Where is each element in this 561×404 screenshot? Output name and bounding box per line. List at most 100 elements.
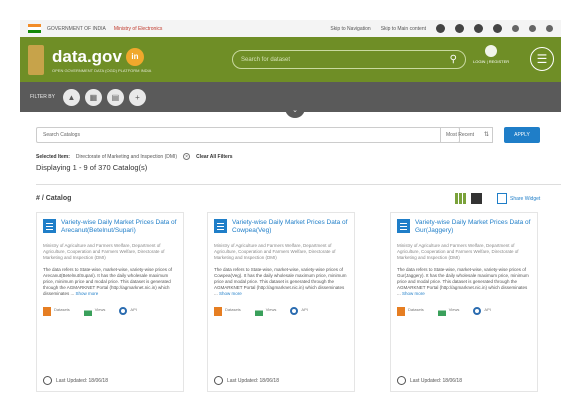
clock-icon xyxy=(397,376,406,385)
login-register[interactable]: LOGIN | REGISTER xyxy=(473,45,509,64)
show-more-link[interactable]: Show more xyxy=(402,291,425,296)
api-label: API xyxy=(130,307,137,312)
api-icon xyxy=(119,307,128,315)
chevron-down-icon: ⇅ xyxy=(483,132,489,138)
logo-badge: in xyxy=(125,47,144,66)
last-updated: Last Updated: 18/06/18 xyxy=(397,376,462,385)
catalog-description: The data refers to State-wise, market-wi… xyxy=(397,267,529,296)
filter-by-label: FILTER BY xyxy=(30,94,55,100)
filter-add-icon[interactable]: + xyxy=(128,88,146,106)
site-search-placeholder: Search for dataset xyxy=(241,56,291,63)
user-icon xyxy=(485,45,498,57)
page: GOVERNMENT OF INDIA Ministry of Electron… xyxy=(0,0,561,404)
ministry-text[interactable]: Ministry of Electronics xyxy=(114,26,163,32)
datasets-label: Datasets xyxy=(54,307,70,312)
show-more-link[interactable]: Show more xyxy=(219,291,242,296)
clock-icon xyxy=(43,376,52,385)
catalog-search-placeholder: Search Catalogs xyxy=(43,132,80,138)
search-icon[interactable]: ⚲ xyxy=(450,54,457,65)
datasets-icon xyxy=(43,307,51,316)
clear-all-filters-link[interactable]: Clear All Filters xyxy=(196,154,233,160)
font-increase-icon[interactable] xyxy=(474,24,483,33)
selected-item-value: Directorate of Marketing and Inspection … xyxy=(75,153,178,160)
remove-filter-icon[interactable]: × xyxy=(183,153,191,160)
datasets-label: Datasets xyxy=(225,307,241,312)
api-label: API xyxy=(301,307,308,312)
org-text: GOVERNMENT OF INDIA xyxy=(47,25,106,32)
catalog-stats: Datasets Views API xyxy=(43,307,177,316)
api-icon xyxy=(290,307,299,315)
share-widget-button[interactable]: Share Widget xyxy=(497,193,540,204)
results-count: Displaying 1 - 9 of 370 Catalog(s) xyxy=(36,163,148,172)
menu-icon[interactable]: ☰ xyxy=(530,47,554,71)
selected-item-label: Selected Item: xyxy=(36,153,70,160)
india-flag-icon xyxy=(28,24,41,33)
list-view-icon[interactable] xyxy=(471,193,482,204)
filter-format-icon[interactable]: ▤ xyxy=(106,88,124,106)
last-updated: Last Updated: 18/06/18 xyxy=(214,376,279,385)
views-label: Views xyxy=(94,307,106,312)
skip-main-content-link[interactable]: Skip to Main content xyxy=(381,26,426,32)
show-more-link[interactable]: Show more xyxy=(76,291,99,296)
views-label: Views xyxy=(265,307,277,312)
login-link[interactable]: LOGIN xyxy=(473,59,485,64)
clock-icon xyxy=(214,376,223,385)
national-emblem-icon xyxy=(28,44,44,75)
datasets-icon xyxy=(397,307,405,316)
datasets-label: Datasets xyxy=(408,307,424,312)
catalog-card[interactable]: Variety-wise Daily Market Prices Data of… xyxy=(390,212,538,392)
views-chart-icon xyxy=(83,307,92,316)
selected-filters: Selected Item: Directorate of Marketing … xyxy=(36,153,233,160)
catalog-description: The data refers to State-wise, market-wi… xyxy=(214,267,347,296)
share-widget-label: Share Widget xyxy=(510,195,541,202)
catalog-document-icon xyxy=(43,219,56,233)
catalog-document-icon xyxy=(397,219,410,233)
site-logo[interactable]: data.gov in OPEN GOVERNMENT DATA (OGD) PL… xyxy=(52,47,151,73)
font-normal-icon[interactable] xyxy=(455,24,464,33)
catalog-search-input[interactable]: Search Catalogs xyxy=(36,127,460,143)
views-chart-icon xyxy=(437,307,446,316)
catalog-title-link[interactable]: Variety-wise Daily Market Prices Data of… xyxy=(232,219,348,235)
view-toggle: Share Widget xyxy=(455,193,540,204)
catalog-ministry: Ministry of Agriculture and Farmers Welf… xyxy=(214,243,336,260)
api-icon xyxy=(473,307,482,315)
top-strip: GOVERNMENT OF INDIA Ministry of Electron… xyxy=(20,20,561,37)
api-label: API xyxy=(484,307,491,312)
site-search-input[interactable]: Search for dataset ⚲ xyxy=(232,50,466,69)
catalog-ministry: Ministry of Agriculture and Farmers Welf… xyxy=(397,243,519,260)
language-icon[interactable] xyxy=(546,25,553,32)
skip-links: Skip to Navigation Skip to Main content xyxy=(330,24,553,33)
catalog-document-icon xyxy=(214,219,227,233)
catalog-card[interactable]: Variety-wise Daily Market Prices Data of… xyxy=(36,212,184,392)
grid-view-icon[interactable] xyxy=(455,193,466,204)
contrast-icon[interactable] xyxy=(493,24,502,33)
font-decrease-icon[interactable] xyxy=(436,24,445,33)
share-icon[interactable] xyxy=(512,25,519,32)
catalog-ministry: Ministry of Agriculture and Farmers Welf… xyxy=(43,243,165,260)
catalog-stats: Datasets Views API xyxy=(214,307,348,316)
filter-organization-icon[interactable]: ▦ xyxy=(84,88,102,106)
catalog-heading: # / Catalog xyxy=(36,195,72,202)
views-label: Views xyxy=(448,307,460,312)
apply-button[interactable]: APPLY xyxy=(504,127,540,143)
datasets-icon xyxy=(214,307,222,316)
views-chart-icon xyxy=(254,307,263,316)
sitemap-icon[interactable] xyxy=(529,25,536,32)
logo-tagline: OPEN GOVERNMENT DATA (OGD) PLATFORM INDI… xyxy=(52,67,152,73)
filter-sector-icon[interactable]: ▲ xyxy=(62,88,80,106)
widget-icon xyxy=(497,193,507,204)
catalog-stats: Datasets Views API xyxy=(397,307,531,316)
catalog-card[interactable]: Variety-wise Daily Market Prices Data of… xyxy=(207,212,355,392)
site-header: data.gov in OPEN GOVERNMENT DATA (OGD) PL… xyxy=(20,37,561,82)
register-link[interactable]: REGISTER xyxy=(489,59,509,64)
collapse-filter-chevron-icon[interactable]: ⌄ xyxy=(285,106,305,118)
logo-text: data.gov xyxy=(52,46,122,66)
sort-value: Most Recent xyxy=(446,132,475,138)
catalog-title-link[interactable]: Variety-wise Daily Market Prices Data of… xyxy=(61,219,177,235)
divider xyxy=(36,184,561,185)
catalog-title-link[interactable]: Variety-wise Daily Market Prices Data of… xyxy=(415,219,531,235)
sort-select[interactable]: Most Recent ⇅ xyxy=(440,127,493,143)
last-updated: Last Updated: 18/06/18 xyxy=(43,376,108,385)
catalog-description: The data refers to State-wise, market-wi… xyxy=(43,267,173,296)
skip-navigation-link[interactable]: Skip to Navigation xyxy=(330,26,370,32)
